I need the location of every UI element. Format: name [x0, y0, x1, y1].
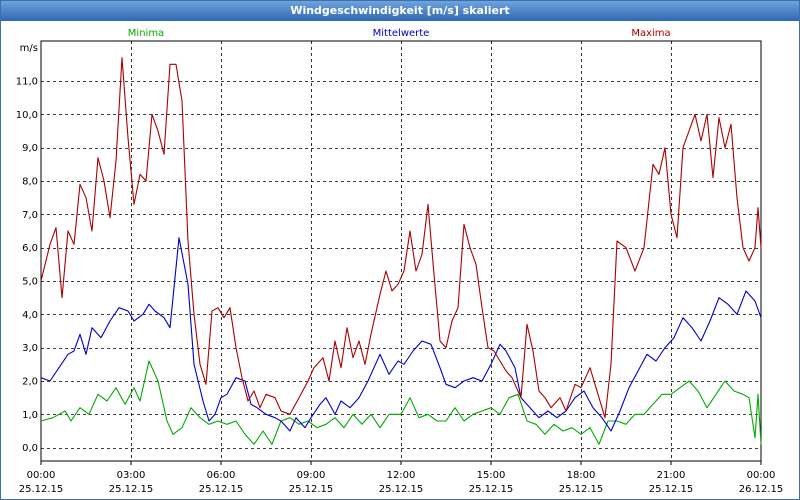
y-tick-label: 4,0 [22, 310, 38, 321]
x-tick-date: 25.12.15 [469, 484, 514, 495]
line-chart: 0,0 1,0 2,0 3,0 4,0 5,0 6,0 7,0 8,0 9,0 10,0 11,0 m/… [16, 28, 784, 495]
x-tick-time: 00:00 [747, 470, 776, 481]
x-tick-date: 25.12.15 [199, 484, 244, 495]
x-tick-time: 09:00 [297, 470, 326, 481]
y-tick-label: 11,0 [16, 77, 38, 88]
x-tick-time: 15:00 [477, 470, 506, 481]
chart-window: Windgeschwindigkeit [m/s] skaliert 0,0 1,… [0, 0, 800, 500]
x-tick-date: 25.12.15 [289, 484, 334, 495]
x-tick-time: 06:00 [207, 470, 236, 481]
y-tick-label: 3,0 [22, 343, 38, 354]
x-tick-time: 12:00 [387, 470, 416, 481]
legend-minima: Minima [128, 28, 164, 39]
legend: Minima Mittelwerte Maxima [128, 28, 671, 39]
x-tick-date: 25.12.15 [19, 484, 64, 495]
y-tick-label: 1,0 [22, 410, 38, 421]
plot-frame [40, 40, 762, 462]
x-tick-date: 25.12.15 [559, 484, 604, 495]
x-tick-time: 03:00 [117, 470, 146, 481]
y-tick-label: 2,0 [22, 377, 38, 388]
x-tick-date: 25.12.15 [379, 484, 424, 495]
y-tick-label: 5,0 [22, 277, 38, 288]
y-tick-label: 6,0 [22, 243, 38, 254]
chart-title: Windgeschwindigkeit [m/s] skaliert [1, 1, 799, 21]
y-tick-label: 7,0 [22, 210, 38, 221]
x-tick-date: 25.12.15 [109, 484, 154, 495]
x-tick-time: 00:00 [27, 470, 56, 481]
x-tick-time: 21:00 [657, 470, 686, 481]
x-tick-date: 26.12.15 [739, 484, 784, 495]
plot-area [40, 40, 762, 462]
y-tick-label: 8,0 [22, 177, 38, 188]
x-tick-date: 25.12.15 [649, 484, 694, 495]
y-tick-label: 10,0 [16, 110, 38, 121]
y-tick-label: 0,0 [22, 443, 38, 454]
x-tick-time: 18:00 [567, 470, 596, 481]
y-tick-label: 9,0 [22, 143, 38, 154]
legend-maxima: Maxima [631, 28, 670, 39]
legend-mittelwerte: Mittelwerte [373, 28, 430, 39]
y-axis-label: m/s [20, 43, 38, 54]
